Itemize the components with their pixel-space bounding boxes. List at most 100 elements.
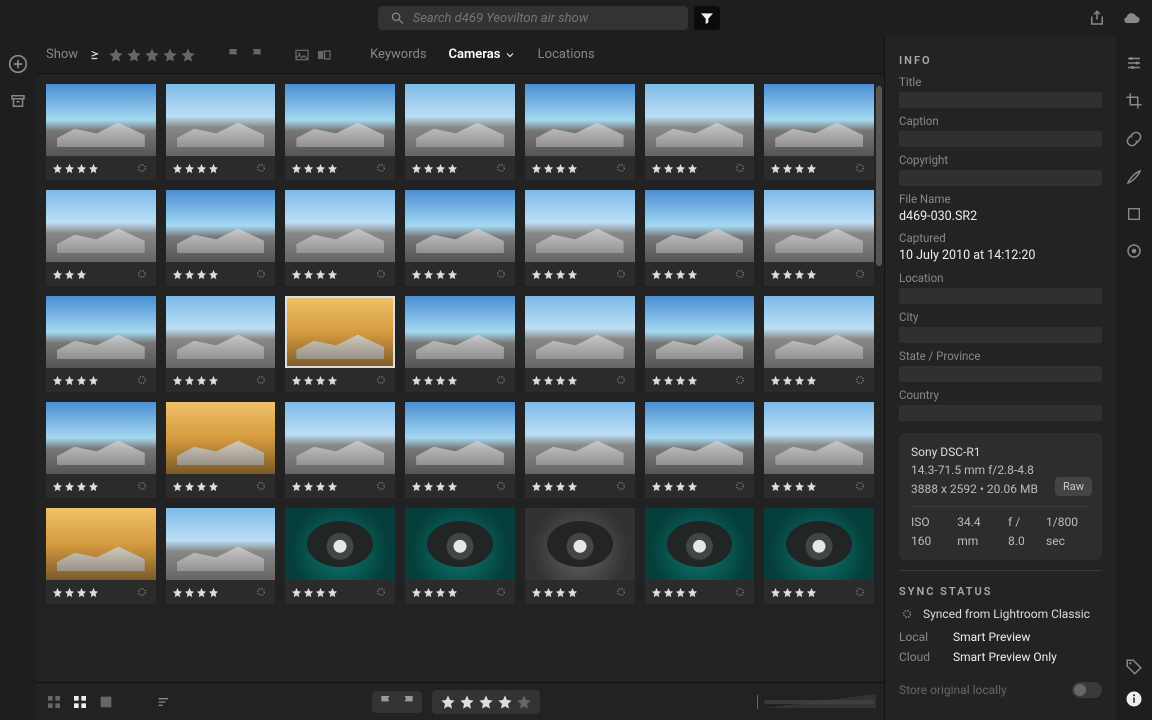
caption-field[interactable] bbox=[899, 131, 1102, 147]
photo-thumbnail[interactable] bbox=[285, 508, 395, 604]
photo-thumbnail[interactable] bbox=[645, 402, 755, 498]
view-grid-small[interactable] bbox=[46, 694, 62, 710]
city-field[interactable] bbox=[899, 327, 1102, 343]
photo-thumbnail[interactable] bbox=[285, 190, 395, 286]
thumbnail-rating[interactable] bbox=[411, 481, 458, 492]
photo-thumbnail[interactable] bbox=[645, 296, 755, 392]
thumbnail-rating[interactable] bbox=[52, 587, 99, 598]
photo-thumbnail[interactable] bbox=[46, 402, 156, 498]
photo-thumbnail[interactable] bbox=[285, 84, 395, 180]
image-type-filter[interactable] bbox=[294, 47, 310, 63]
rating-setter[interactable] bbox=[432, 690, 540, 714]
tab-cameras[interactable]: Cameras bbox=[441, 43, 524, 66]
photo-thumbnail[interactable] bbox=[405, 508, 515, 604]
flag-pick-button[interactable] bbox=[378, 694, 394, 710]
rating-filter[interactable] bbox=[108, 47, 196, 63]
thumbnail-rating[interactable] bbox=[531, 481, 578, 492]
thumbnail-size-slider[interactable] bbox=[757, 695, 874, 709]
location-field[interactable] bbox=[899, 288, 1102, 304]
thumbnail-rating[interactable] bbox=[52, 163, 99, 174]
photo-thumbnail[interactable] bbox=[525, 402, 635, 498]
thumbnail-rating[interactable] bbox=[651, 587, 698, 598]
photo-thumbnail[interactable] bbox=[285, 402, 395, 498]
flag-reject-button[interactable] bbox=[400, 694, 416, 710]
photo-thumbnail[interactable] bbox=[405, 190, 515, 286]
thumbnail-rating[interactable] bbox=[172, 375, 219, 386]
thumbnail-rating[interactable] bbox=[411, 269, 458, 280]
photo-thumbnail[interactable] bbox=[405, 402, 515, 498]
photo-thumbnail[interactable] bbox=[764, 508, 874, 604]
thumbnail-rating[interactable] bbox=[531, 163, 578, 174]
info-button[interactable] bbox=[1125, 690, 1143, 708]
thumbnail-rating[interactable] bbox=[291, 587, 338, 598]
thumbnail-rating[interactable] bbox=[172, 481, 219, 492]
edit-sliders-button[interactable] bbox=[1125, 54, 1143, 72]
store-original-toggle[interactable] bbox=[1072, 682, 1102, 698]
photo-thumbnail[interactable] bbox=[46, 508, 156, 604]
scrollbar[interactable] bbox=[876, 86, 882, 266]
photo-thumbnail[interactable] bbox=[525, 296, 635, 392]
photo-thumbnail[interactable] bbox=[46, 296, 156, 392]
heal-button[interactable] bbox=[1125, 130, 1143, 148]
country-field[interactable] bbox=[899, 405, 1102, 421]
thumbnail-rating[interactable] bbox=[411, 375, 458, 386]
photo-thumbnail[interactable] bbox=[525, 508, 635, 604]
photo-thumbnail[interactable] bbox=[645, 190, 755, 286]
thumbnail-rating[interactable] bbox=[531, 269, 578, 280]
tab-keywords[interactable]: Keywords bbox=[362, 43, 434, 66]
thumbnail-rating[interactable] bbox=[411, 587, 458, 598]
thumbnail-rating[interactable] bbox=[770, 163, 817, 174]
photo-thumbnail[interactable] bbox=[46, 190, 156, 286]
tag-button[interactable] bbox=[1125, 658, 1143, 676]
thumbnail-rating[interactable] bbox=[291, 375, 338, 386]
photo-thumbnail[interactable] bbox=[405, 296, 515, 392]
thumbnail-rating[interactable] bbox=[411, 163, 458, 174]
thumbnail-rating[interactable] bbox=[291, 269, 338, 280]
thumbnail-rating[interactable] bbox=[52, 481, 99, 492]
thumbnail-rating[interactable] bbox=[52, 269, 87, 280]
photo-thumbnail[interactable] bbox=[764, 296, 874, 392]
thumbnail-rating[interactable] bbox=[770, 269, 817, 280]
view-single[interactable] bbox=[98, 694, 114, 710]
thumbnail-rating[interactable] bbox=[291, 163, 338, 174]
add-button[interactable] bbox=[8, 54, 28, 74]
tab-locations[interactable]: Locations bbox=[530, 43, 603, 66]
photo-thumbnail[interactable] bbox=[764, 402, 874, 498]
gte-icon[interactable] bbox=[88, 48, 102, 62]
view-grid-large[interactable] bbox=[72, 694, 88, 710]
archive-button[interactable] bbox=[9, 92, 27, 110]
thumbnail-rating[interactable] bbox=[172, 163, 219, 174]
photo-thumbnail[interactable] bbox=[285, 296, 395, 392]
thumbnail-rating[interactable] bbox=[531, 375, 578, 386]
sort-button[interactable] bbox=[156, 694, 172, 710]
photo-thumbnail[interactable] bbox=[645, 84, 755, 180]
flag-pick-filter[interactable] bbox=[226, 47, 242, 63]
cloud-button[interactable] bbox=[1122, 8, 1142, 28]
crop-button[interactable] bbox=[1125, 92, 1143, 110]
thumbnail-rating[interactable] bbox=[770, 481, 817, 492]
photo-thumbnail[interactable] bbox=[645, 508, 755, 604]
brush-button[interactable] bbox=[1125, 168, 1143, 186]
thumbnail-rating[interactable] bbox=[770, 375, 817, 386]
photo-thumbnail[interactable] bbox=[405, 84, 515, 180]
photo-thumbnail[interactable] bbox=[46, 84, 156, 180]
photo-thumbnail[interactable] bbox=[525, 84, 635, 180]
thumbnail-rating[interactable] bbox=[651, 375, 698, 386]
flag-reject-filter[interactable] bbox=[248, 47, 264, 63]
thumbnail-rating[interactable] bbox=[651, 269, 698, 280]
thumbnail-rating[interactable] bbox=[770, 587, 817, 598]
photo-thumbnail[interactable] bbox=[166, 508, 276, 604]
thumbnail-rating[interactable] bbox=[172, 587, 219, 598]
thumbnail-rating[interactable] bbox=[52, 375, 99, 386]
share-button[interactable] bbox=[1088, 9, 1106, 27]
photo-thumbnail[interactable] bbox=[166, 402, 276, 498]
state-field[interactable] bbox=[899, 366, 1102, 382]
compare-filter[interactable] bbox=[316, 47, 332, 63]
thumbnail-rating[interactable] bbox=[172, 269, 219, 280]
thumbnail-rating[interactable] bbox=[651, 481, 698, 492]
radial-gradient-button[interactable] bbox=[1125, 242, 1143, 260]
photo-thumbnail[interactable] bbox=[166, 296, 276, 392]
photo-thumbnail[interactable] bbox=[525, 190, 635, 286]
thumbnail-rating[interactable] bbox=[291, 481, 338, 492]
photo-thumbnail[interactable] bbox=[166, 84, 276, 180]
